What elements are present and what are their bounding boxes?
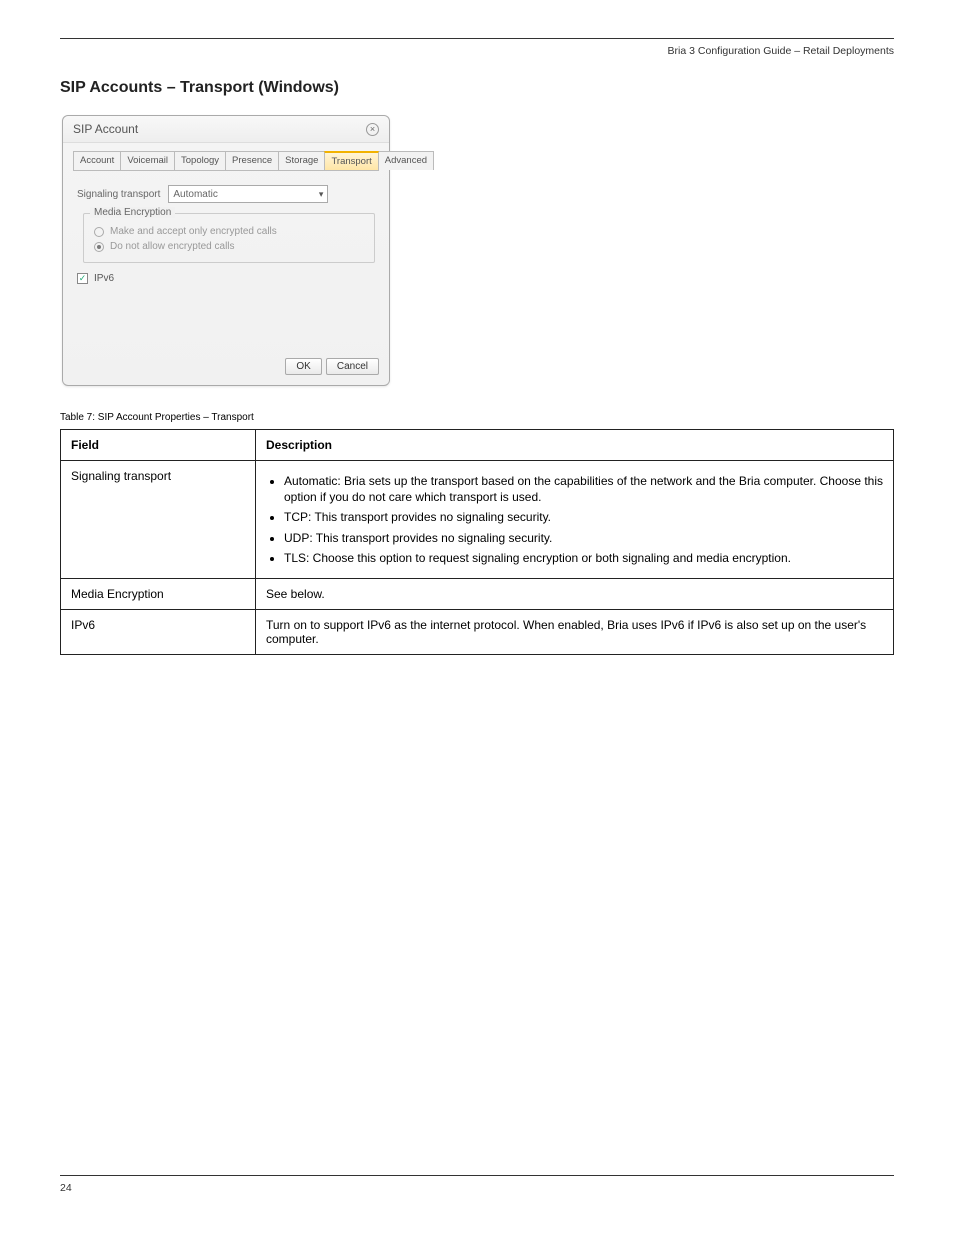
col-field-header: Field [61,430,256,461]
signaling-transport-value: Automatic [173,189,217,200]
table-caption: Table 7: SIP Account Properties – Transp… [60,412,894,423]
page-header: Bria 3 Configuration Guide – Retail Depl… [60,45,894,57]
sip-account-dialog: SIP Account × Account Voicemail Topology… [62,115,390,386]
field-name: Media Encryption [61,578,256,609]
table-row: IPv6 Turn on to support IPv6 as the inte… [61,609,894,654]
table-row: Signaling transport Automatic: Bria sets… [61,461,894,579]
list-item: Automatic: Bria sets up the transport ba… [284,473,883,505]
cancel-button[interactable]: Cancel [326,358,379,375]
radio-encrypted-only[interactable] [94,227,104,237]
media-encryption-group: Media Encryption Make and accept only en… [83,213,375,263]
signaling-transport-label: Signaling transport [77,189,160,200]
list-item: UDP: This transport provides no signalin… [284,530,883,546]
table-row: Media Encryption See below. [61,578,894,609]
tab-advanced[interactable]: Advanced [378,151,434,170]
chevron-down-icon: ▾ [319,189,324,200]
section-title: SIP Accounts – Transport (Windows) [60,79,894,97]
field-description: See below. [256,578,894,609]
tab-voicemail[interactable]: Voicemail [120,151,175,170]
tab-storage[interactable]: Storage [278,151,325,170]
field-name: IPv6 [61,609,256,654]
signaling-options-list: Automatic: Bria sets up the transport ba… [266,473,883,566]
list-item: TLS: Choose this option to request signa… [284,550,883,566]
close-icon[interactable]: × [366,123,379,136]
ok-button[interactable]: OK [285,358,321,375]
tab-topology[interactable]: Topology [174,151,226,170]
tab-presence[interactable]: Presence [225,151,279,170]
field-description: Turn on to support IPv6 as the internet … [256,609,894,654]
field-name: Signaling transport [61,461,256,579]
signaling-transport-select[interactable]: Automatic ▾ [168,185,328,203]
page-number: 24 [60,1182,72,1194]
dialog-title: SIP Account [73,122,138,136]
list-item: TCP: This transport provides no signalin… [284,509,883,525]
col-description-header: Description [256,430,894,461]
tab-account[interactable]: Account [73,151,121,170]
radio-no-encrypted[interactable] [94,242,104,252]
radio-no-encrypted-label: Do not allow encrypted calls [110,241,235,252]
ipv6-label: IPv6 [94,273,114,284]
media-encryption-legend: Media Encryption [90,207,175,218]
dialog-tabs: Account Voicemail Topology Presence Stor… [73,151,379,170]
tab-transport[interactable]: Transport [324,151,378,170]
radio-encrypted-only-label: Make and accept only encrypted calls [110,226,277,237]
properties-table: Field Description Signaling transport Au… [60,429,894,655]
ipv6-checkbox[interactable]: ✓ [77,273,88,284]
